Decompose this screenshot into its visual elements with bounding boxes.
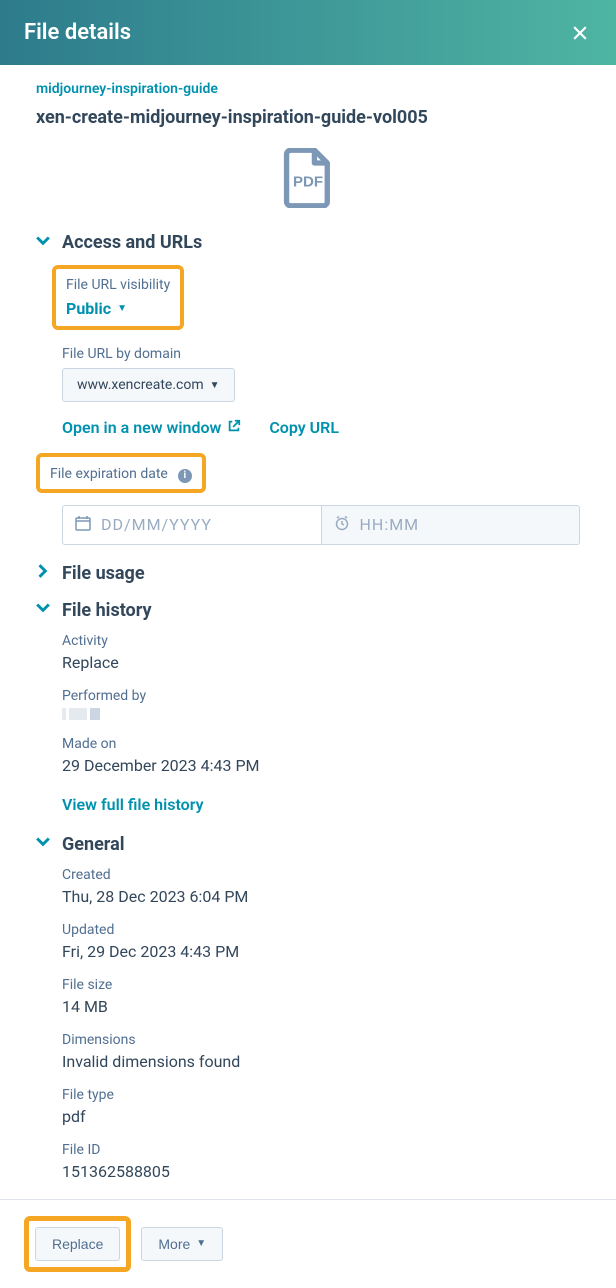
- url-visibility-value: Public: [66, 299, 111, 318]
- pdf-file-icon: PDF: [281, 148, 335, 212]
- modal-content: midjourney-inspiration-guide xen-create-…: [0, 65, 616, 1181]
- section-title: File history: [62, 600, 152, 621]
- info-icon[interactable]: i: [178, 469, 192, 483]
- date-placeholder: DD/MM/YYYY: [101, 515, 212, 534]
- modal-title: File details: [24, 20, 131, 45]
- more-button[interactable]: More ▼: [141, 1227, 223, 1261]
- chevron-down-icon: [36, 835, 50, 853]
- chevron-down-icon: [36, 601, 50, 619]
- created-value: Thu, 28 Dec 2023 6:04 PM: [62, 887, 580, 906]
- chevron-down-icon: [36, 234, 50, 252]
- caret-down-icon: ▼: [196, 1238, 206, 1249]
- caret-down-icon: ▼: [210, 380, 220, 391]
- id-value: 151362588805: [62, 1162, 580, 1181]
- expiration-time-input[interactable]: HH:MM: [322, 505, 581, 545]
- section-file-usage: File usage: [36, 563, 580, 584]
- more-button-label: More: [158, 1236, 190, 1252]
- highlight-url-visibility: File URL visibility Public ▼: [52, 265, 184, 330]
- url-domain-select[interactable]: www.xencreate.com ▼: [62, 368, 235, 402]
- section-toggle-usage[interactable]: File usage: [36, 563, 580, 584]
- made-on-value: 29 December 2023 4:43 PM: [62, 756, 580, 775]
- expiration-date-input[interactable]: DD/MM/YYYY: [62, 505, 322, 545]
- section-general: General Created Thu, 28 Dec 2023 6:04 PM…: [36, 834, 580, 1181]
- section-file-history: File history Activity Replace Performed …: [36, 600, 580, 814]
- file-preview: PDF: [36, 148, 580, 212]
- id-label: File ID: [62, 1142, 580, 1158]
- size-label: File size: [62, 977, 580, 993]
- calendar-icon: [75, 515, 91, 535]
- section-toggle-general[interactable]: General: [36, 834, 580, 855]
- highlight-replace-button: Replace: [24, 1216, 131, 1272]
- dimensions-value: Invalid dimensions found: [62, 1052, 580, 1071]
- performed-by-value: [62, 708, 580, 720]
- breadcrumb[interactable]: midjourney-inspiration-guide: [36, 81, 580, 97]
- view-full-history-link[interactable]: View full file history: [62, 795, 204, 814]
- section-title: General: [62, 834, 125, 855]
- svg-text:PDF: PDF: [293, 174, 323, 191]
- type-label: File type: [62, 1087, 580, 1103]
- updated-value: Fri, 29 Dec 2023 4:43 PM: [62, 942, 580, 961]
- url-domain-label: File URL by domain: [62, 346, 580, 362]
- section-toggle-history[interactable]: File history: [36, 600, 580, 621]
- open-new-window-link[interactable]: Open in a new window: [62, 418, 241, 437]
- replace-button[interactable]: Replace: [35, 1227, 120, 1261]
- activity-value: Replace: [62, 653, 580, 672]
- chevron-right-icon: [36, 564, 50, 582]
- activity-label: Activity: [62, 633, 580, 649]
- type-value: pdf: [62, 1107, 580, 1126]
- section-title: File usage: [62, 563, 145, 584]
- copy-url-link[interactable]: Copy URL: [269, 418, 339, 437]
- made-on-label: Made on: [62, 736, 580, 752]
- section-toggle-access[interactable]: Access and URLs: [36, 232, 580, 253]
- url-domain-value: www.xencreate.com: [77, 377, 204, 393]
- url-visibility-dropdown[interactable]: Public ▼: [66, 299, 127, 318]
- time-placeholder: HH:MM: [360, 515, 420, 534]
- url-visibility-label: File URL visibility: [66, 277, 170, 293]
- external-link-icon: [227, 419, 241, 437]
- expiration-label: File expiration date: [50, 466, 168, 482]
- highlight-expiration-label: File expiration date i: [36, 453, 206, 493]
- performed-by-label: Performed by: [62, 688, 580, 704]
- updated-label: Updated: [62, 922, 580, 938]
- section-title: Access and URLs: [62, 232, 202, 253]
- clock-icon: [334, 515, 350, 535]
- dimensions-label: Dimensions: [62, 1032, 580, 1048]
- section-access-urls: Access and URLs File URL visibility Publ…: [36, 232, 580, 545]
- file-name-title: xen-create-midjourney-inspiration-guide-…: [36, 107, 580, 128]
- caret-down-icon: ▼: [117, 303, 127, 314]
- created-label: Created: [62, 867, 580, 883]
- modal-header: File details: [0, 0, 616, 65]
- size-value: 14 MB: [62, 997, 580, 1016]
- close-icon[interactable]: [568, 21, 592, 45]
- modal-footer: Replace More ▼: [0, 1199, 616, 1288]
